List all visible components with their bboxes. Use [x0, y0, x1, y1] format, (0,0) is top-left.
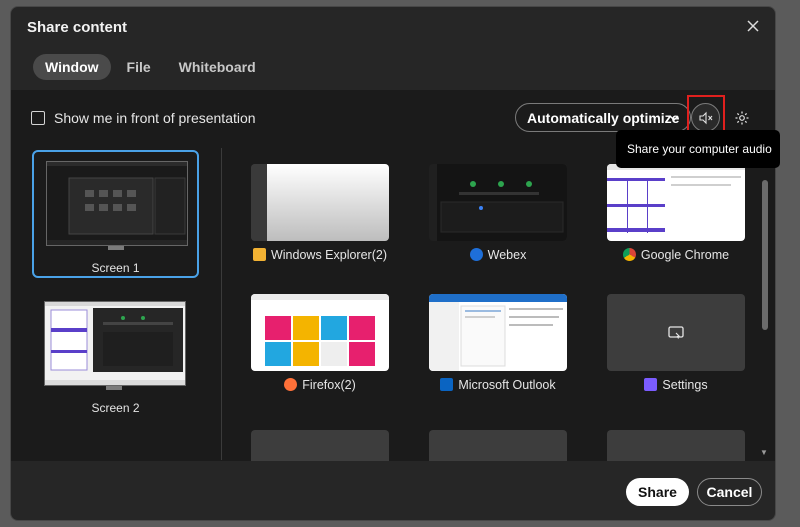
- chrome-preview: [607, 164, 745, 241]
- close-button[interactable]: [743, 16, 763, 36]
- screen-1-preview: [47, 162, 187, 245]
- app-thumbnail: [429, 294, 567, 371]
- chevron-down-icon: [669, 115, 679, 121]
- tab-window[interactable]: Window: [33, 54, 111, 80]
- folder-icon: [252, 248, 266, 261]
- app-label: Microsoft Outlook: [458, 378, 556, 392]
- show-me-label: Show me in front of presentation: [54, 110, 256, 126]
- app-thumbnail: [607, 294, 745, 371]
- webex-icon: [469, 248, 483, 261]
- chrome-icon: [622, 248, 636, 261]
- monitor-stand: [108, 246, 124, 250]
- app-thumbnail: [251, 164, 389, 241]
- app-caption: Firefox(2): [251, 378, 389, 392]
- monitor-stand: [106, 386, 122, 390]
- tab-file[interactable]: File: [115, 54, 163, 80]
- app-caption: Webex: [429, 248, 567, 262]
- gear-icon: [644, 378, 658, 391]
- windows-explorer-preview: [251, 164, 389, 241]
- app-thumbnail: [429, 164, 567, 241]
- screen-1-card[interactable]: Screen 1: [32, 150, 199, 278]
- app-thumbnail: [251, 294, 389, 371]
- share-settings-button[interactable]: [731, 107, 753, 129]
- app-label: Google Chrome: [640, 248, 730, 262]
- dialog-title: Share content: [27, 19, 128, 36]
- column-divider: [221, 148, 222, 460]
- firefox-preview: [251, 294, 389, 371]
- app-thumbnail: [251, 430, 389, 461]
- app-thumbnail: [607, 164, 745, 241]
- screen-2-label: Screen 2: [91, 401, 140, 415]
- scroll-down-arrow[interactable]: ▼: [758, 448, 770, 458]
- app-label: Firefox(2): [302, 378, 356, 392]
- screen-1-label: Screen 1: [91, 261, 140, 275]
- speaker-muted-icon: [698, 111, 712, 124]
- screens-list: Screen 1 Screen 2: [11, 146, 221, 461]
- audio-tooltip: Share your computer audio: [616, 130, 780, 168]
- gear-icon: [735, 111, 749, 125]
- share-window-icon: [668, 325, 684, 339]
- outlook-icon: [440, 378, 454, 391]
- tab-whiteboard[interactable]: Whiteboard: [167, 54, 268, 80]
- app-thumbnail: [429, 430, 567, 461]
- optimize-value: Automatically optimize: [527, 109, 680, 126]
- screen-2-card[interactable]: Screen 2: [32, 292, 199, 420]
- app-caption: Google Chrome: [607, 248, 745, 262]
- application-grid: Windows Explorer(2) Webex Google Chrome …: [251, 164, 746, 461]
- webex-preview: [429, 164, 567, 241]
- app-thumbnail: [607, 430, 745, 461]
- share-audio-button[interactable]: [691, 103, 720, 132]
- screen-2-thumbnail: [44, 301, 186, 386]
- share-content-dialog: Share content Window File Whiteboard Sho…: [10, 6, 776, 521]
- screen-2-preview: [45, 302, 185, 385]
- app-caption: Windows Explorer(2): [251, 248, 389, 262]
- scrollbar-thumb[interactable]: [762, 180, 768, 330]
- firefox-icon: [284, 378, 298, 391]
- optimize-dropdown[interactable]: Automatically optimize: [515, 103, 691, 132]
- screen-1-thumbnail: [46, 161, 188, 246]
- tab-bar: Window File Whiteboard: [33, 54, 268, 80]
- app-caption: Microsoft Outlook: [429, 378, 567, 392]
- cancel-button[interactable]: Cancel: [697, 478, 762, 506]
- app-label: Settings: [662, 378, 708, 392]
- app-label: Webex: [487, 248, 527, 262]
- show-me-checkbox[interactable]: [31, 111, 45, 125]
- outlook-preview: [429, 294, 567, 371]
- app-label: Windows Explorer(2): [270, 248, 387, 262]
- app-caption: Settings: [607, 378, 745, 392]
- close-icon: [747, 20, 759, 32]
- grid-scrollbar[interactable]: [762, 160, 768, 460]
- show-me-option: Show me in front of presentation: [31, 110, 256, 126]
- share-button[interactable]: Share: [626, 478, 689, 506]
